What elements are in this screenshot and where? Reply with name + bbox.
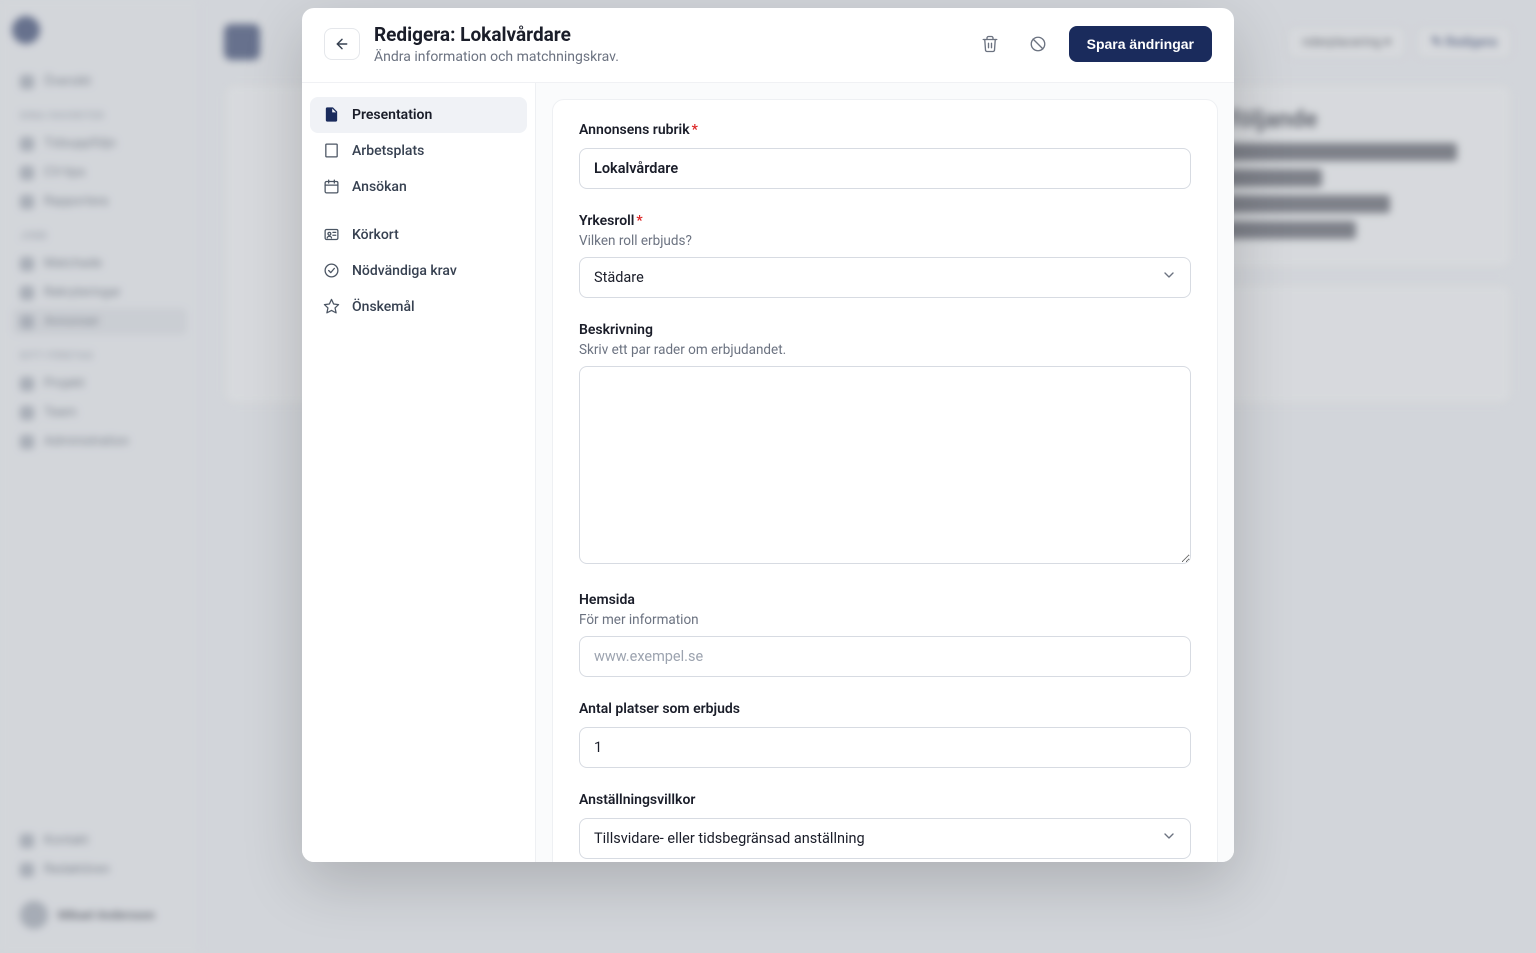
calendar-icon [322,178,340,196]
modal-content[interactable]: Annonsens rubrik* Yrkesroll* Vilken roll… [536,83,1234,862]
field-anstallning: Anställningsvillkor Tillsvidare- eller t… [579,792,1191,859]
antal-label: Antal platser som erbjuds [579,701,1191,717]
document-icon [322,106,340,124]
modal-overlay[interactable]: Redigera: Lokalvårdare Ändra information… [0,0,1536,953]
field-hemsida: Hemsida För mer information [579,592,1191,677]
beskrivning-label: Beskrivning [579,322,1191,338]
check-circle-icon [322,262,340,280]
building-icon [322,142,340,160]
modal-header: Redigera: Lokalvårdare Ändra information… [302,8,1234,82]
back-button[interactable] [324,28,360,60]
star-icon [322,298,340,316]
antal-input[interactable] [579,727,1191,768]
required-indicator: * [692,122,698,138]
anstallning-select[interactable]: Tillsvidare- eller tidsbegränsad anställ… [579,818,1191,859]
disable-button[interactable] [1021,27,1055,61]
hemsida-label: Hemsida [579,592,1191,608]
modal-title: Redigera: Lokalvårdare [374,24,959,47]
annons-input[interactable] [579,148,1191,189]
modal-body: Presentation Arbetsplats Ansökan [302,82,1234,862]
yrkesroll-help: Vilken roll erbjuds? [579,233,1191,249]
nav-label: Ansökan [352,179,407,195]
nav-label: Arbetsplats [352,143,424,159]
nav-presentation[interactable]: Presentation [310,97,527,133]
hemsida-input[interactable] [579,636,1191,677]
delete-button[interactable] [973,27,1007,61]
field-beskrivning: Beskrivning Skriv ett par rader om erbju… [579,322,1191,568]
nav-label: Presentation [352,107,432,123]
nav-ansokan[interactable]: Ansökan [310,169,527,205]
modal-nav: Presentation Arbetsplats Ansökan [302,83,536,862]
nav-label: Önskemål [352,299,415,315]
annons-label: Annonsens rubrik* [579,122,1191,138]
anstallning-label: Anställningsvillkor [579,792,1191,808]
trash-icon [981,35,999,53]
nav-arbetsplats[interactable]: Arbetsplats [310,133,527,169]
beskrivning-help: Skriv ett par rader om erbjudandet. [579,342,1191,358]
beskrivning-textarea[interactable] [579,366,1191,564]
ban-icon [1029,35,1047,53]
yrkesroll-select[interactable]: Städare [579,257,1191,298]
nav-label: Körkort [352,227,399,243]
save-button[interactable]: Spara ändringar [1069,26,1212,62]
required-indicator: * [636,213,642,229]
form-card: Annonsens rubrik* Yrkesroll* Vilken roll… [552,99,1218,862]
modal-subtitle: Ändra information och matchningskrav. [374,49,959,65]
field-annons-rubrik: Annonsens rubrik* [579,122,1191,189]
field-antal-platser: Antal platser som erbjuds [579,701,1191,768]
hemsida-help: För mer information [579,612,1191,628]
field-yrkesroll: Yrkesroll* Vilken roll erbjuds? Städare [579,213,1191,298]
nav-nodvandiga[interactable]: Nödvändiga krav [310,253,527,289]
nav-label: Nödvändiga krav [352,263,457,279]
nav-onskemal[interactable]: Önskemål [310,289,527,325]
id-card-icon [322,226,340,244]
nav-korkort[interactable]: Körkort [310,217,527,253]
yrkesroll-label: Yrkesroll* [579,213,1191,229]
arrow-left-icon [334,36,350,52]
edit-modal: Redigera: Lokalvårdare Ändra information… [302,8,1234,862]
